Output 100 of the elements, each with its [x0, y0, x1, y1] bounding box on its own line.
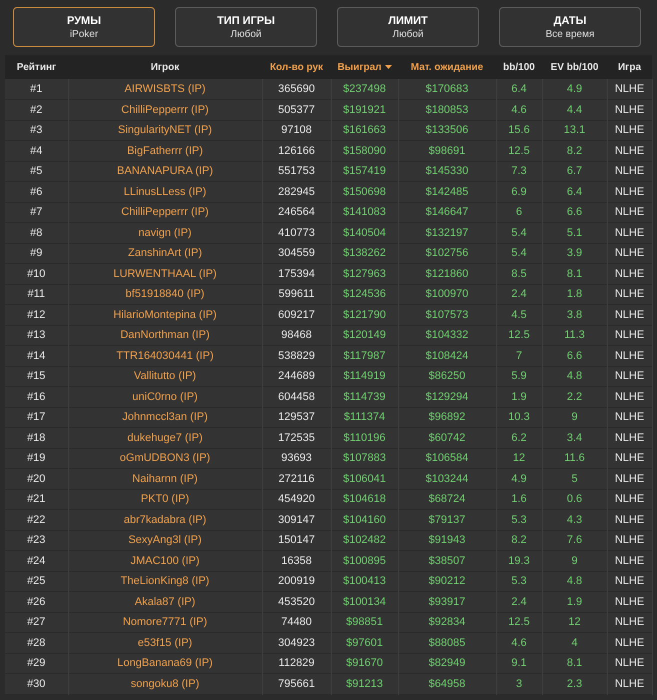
player-link[interactable]: Nomore7771 (IP): [122, 616, 208, 628]
player-link[interactable]: HilarioMontepina (IP): [113, 308, 217, 320]
hands-cell: 74480: [281, 616, 312, 628]
filter-button[interactable]: ДАТЫ Все время: [499, 7, 641, 47]
player-link[interactable]: navign (IP): [138, 226, 192, 238]
bb-cell: 12: [512, 452, 526, 464]
expected-cell: $91943: [428, 534, 466, 546]
expected-cell: $100970: [426, 288, 468, 300]
rank-cell: #21: [27, 493, 46, 505]
player-link[interactable]: TTR164030441 (IP): [116, 350, 214, 362]
game-cell: NLHE: [614, 514, 644, 526]
won-cell: $158090: [343, 144, 386, 156]
player-link[interactable]: ZanshinArt (IP): [128, 247, 202, 259]
player-link[interactable]: songoku8 (IP): [130, 678, 200, 690]
won-cell: $104160: [343, 514, 386, 526]
player-link[interactable]: JMAC100 (IP): [130, 554, 200, 566]
expected-cell: $146647: [426, 206, 468, 218]
player-link[interactable]: e53f15 (IP): [138, 636, 192, 648]
expected-cell: $102756: [426, 247, 468, 259]
player-link[interactable]: AIRWISBTS (IP): [124, 82, 206, 95]
won-cell: $140504: [343, 226, 386, 238]
filter-button[interactable]: РУМЫ iPoker: [13, 7, 155, 47]
ev-bb-cell: 3.9: [566, 247, 582, 259]
rank-cell: #6: [30, 186, 42, 198]
ev-bb-cell: 4.8: [566, 370, 582, 382]
player-link[interactable]: LURWENTHAAL (IP): [113, 268, 217, 280]
player-link[interactable]: oGmUDBON3 (IP): [120, 452, 210, 464]
won-cell: $100895: [343, 554, 386, 566]
bb-cell: 5.9: [511, 370, 527, 382]
player-link[interactable]: dukehuge7 (IP): [127, 432, 203, 444]
player-link[interactable]: Johnmccl3an (IP): [122, 411, 208, 423]
rank-cell: #8: [30, 226, 42, 238]
bb-cell: 19.3: [508, 554, 530, 566]
won-cell: $102482: [343, 534, 386, 546]
player-link[interactable]: BigFatherrr (IP): [127, 144, 203, 156]
won-cell: $114919: [343, 370, 386, 382]
game-cell: NLHE: [614, 329, 644, 341]
player-link[interactable]: BANANAPURA (IP): [117, 165, 213, 177]
won-cell: $100413: [343, 575, 386, 587]
player-link[interactable]: SingularityNET (IP): [118, 124, 212, 136]
player-link[interactable]: Naiharnn (IP): [132, 472, 198, 484]
won-cell: $110196: [343, 432, 386, 444]
game-cell: NLHE: [614, 308, 644, 320]
column-header[interactable]: Мат. ожидание: [398, 55, 496, 79]
bb-cell: 1.6: [511, 493, 527, 505]
ev-bb-cell: 1.8: [566, 288, 582, 300]
won-cell: $138262: [343, 247, 386, 259]
player-link[interactable]: ChilliPepperrr (IP): [121, 104, 209, 116]
bb-cell: 6.2: [511, 432, 527, 444]
hands-cell: 309147: [278, 514, 315, 526]
rank-cell: #15: [27, 370, 46, 382]
bb-cell: 5.3: [511, 575, 527, 587]
expected-cell: $108424: [426, 350, 468, 362]
game-cell: NLHE: [614, 596, 644, 608]
filter-button[interactable]: ТИП ИГРЫ Любой: [175, 7, 317, 47]
expected-cell: $98691: [428, 144, 466, 156]
rank-cell: #28: [27, 636, 46, 648]
player-link[interactable]: LLinusLLess (IP): [124, 186, 206, 198]
hands-cell: 304559: [278, 247, 315, 259]
rank-cell: #7: [30, 206, 42, 218]
ev-bb-cell: 4.9: [566, 82, 582, 95]
expected-cell: $88085: [428, 636, 466, 648]
player-link[interactable]: PKT0 (IP): [140, 493, 190, 505]
expected-cell: $133506: [426, 124, 468, 136]
player-link[interactable]: Akala87 (IP): [134, 596, 196, 608]
hands-cell: 244689: [278, 370, 315, 382]
bb-cell: 10.3: [508, 411, 530, 423]
rank-cell: #25: [27, 575, 46, 587]
expected-cell: $142485: [426, 186, 468, 198]
column-header: EV bb/100: [542, 55, 607, 79]
bb-cell: 4.5: [511, 308, 527, 320]
player-link[interactable]: uniC0rno (IP): [132, 390, 198, 402]
player-link[interactable]: SexyAng3l (IP): [128, 534, 202, 546]
hands-cell: 365690: [278, 82, 315, 95]
player-link[interactable]: Vallitutto (IP): [134, 370, 196, 382]
column-header[interactable]: Выиграл: [331, 55, 398, 79]
filter-button[interactable]: ЛИМИТ Любой: [337, 7, 479, 47]
game-cell: NLHE: [614, 226, 644, 238]
ev-bb-cell: 4.3: [566, 514, 582, 526]
player-link[interactable]: abr7kadabra (IP): [124, 514, 206, 526]
rank-cell: #29: [27, 657, 46, 669]
bb-cell: 6.4: [511, 82, 527, 95]
game-cell: NLHE: [614, 472, 644, 484]
column-header[interactable]: Кол-во рук: [262, 55, 331, 79]
player-link[interactable]: DanNorthman (IP): [120, 329, 210, 341]
player-link[interactable]: LongBanana69 (IP): [117, 657, 213, 669]
ev-bb-cell: 4.4: [566, 104, 582, 116]
player-link[interactable]: bf51918840 (IP): [126, 288, 204, 300]
ev-bb-cell: 2.3: [566, 678, 582, 690]
bb-cell: 8.5: [511, 268, 527, 280]
game-cell: NLHE: [614, 268, 644, 280]
player-link[interactable]: ChilliPepperrr (IP): [121, 206, 209, 218]
expected-cell: $121860: [426, 268, 468, 280]
game-cell: NLHE: [614, 186, 644, 198]
player-link[interactable]: TheLionKing8 (IP): [120, 575, 210, 587]
hands-cell: 93693: [281, 452, 312, 464]
sort-down-icon: [384, 64, 392, 69]
won-cell: $127963: [343, 268, 386, 280]
ev-bb-cell: 6.6: [566, 350, 582, 362]
ev-bb-cell: 3.4: [566, 432, 582, 444]
